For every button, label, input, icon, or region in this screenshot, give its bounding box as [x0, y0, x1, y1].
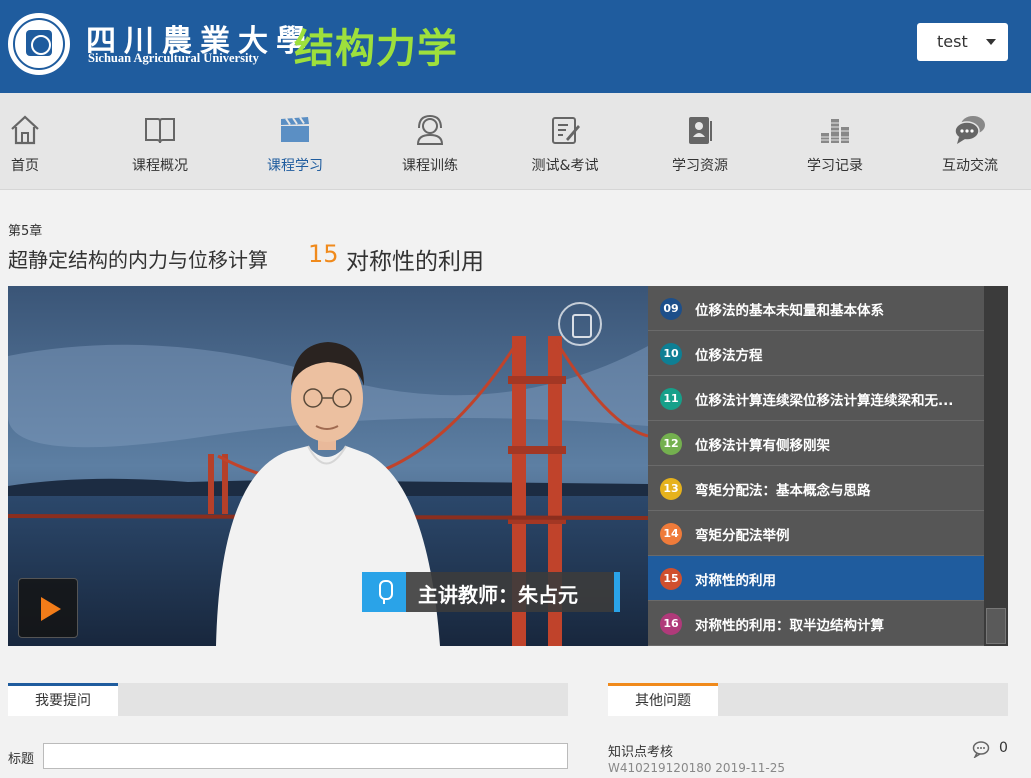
comment-icon[interactable]	[972, 740, 990, 758]
title-field-label: 标题	[8, 752, 35, 767]
playlist-item-title: 位移法方程	[695, 348, 763, 364]
playlist-item-title: 对称性的利用：取半边结构计算	[695, 618, 884, 634]
playlist-item[interactable]: 13 弯矩分配法：基本概念与思路	[648, 466, 984, 511]
playlist-item[interactable]: 10 位移法方程	[648, 331, 984, 376]
nav-label: 学习记录	[807, 158, 863, 174]
chapter-label: 第5章	[8, 224, 43, 239]
chapter-title: 超静定结构的内力与位移计算	[8, 248, 268, 272]
chat-icon	[954, 116, 985, 144]
lesson-number-badge: 12	[660, 433, 682, 455]
video-player[interactable]: 主讲教师：朱占元	[8, 286, 648, 646]
playlist-item[interactable]: 11 位移法计算连续梁位移法计算连续梁和无...	[648, 376, 984, 421]
clapperboard-icon	[281, 116, 309, 142]
course-title: 结构力学	[294, 26, 458, 72]
playlist-item-title: 弯矩分配法举例	[695, 528, 790, 544]
main-nav: 首页 课程概况 课程学习 课程训练 测试&考试 学习资源 学习记录 互动交流	[0, 93, 1031, 190]
edit-icon	[552, 117, 580, 144]
nav-label: 测试&考试	[531, 158, 599, 174]
tab-other-questions[interactable]: 其他问题	[608, 683, 718, 716]
playlist-item[interactable]: 09 位移法的基本未知量和基本体系	[648, 286, 984, 331]
others-tabbar: 其他问题	[608, 683, 1008, 716]
nav-item-course-study[interactable]: 课程学习	[255, 93, 335, 190]
lesson-number-badge: 10	[660, 343, 682, 365]
nav-label: 课程学习	[267, 158, 323, 174]
playlist-item-title: 对称性的利用	[695, 573, 776, 589]
lesson-number-badge: 14	[660, 523, 682, 545]
home-icon	[11, 115, 39, 145]
lesson-number: 15	[308, 240, 339, 268]
lesson-number-badge: 09	[660, 298, 682, 320]
playlist-item[interactable]: 16 对称性的利用：取半边结构计算	[648, 601, 984, 646]
header: 四川農業大學 Sichuan Agricultural University 结…	[0, 0, 1031, 93]
playlist-item-title: 位移法计算连续梁位移法计算连续梁和无...	[695, 393, 954, 409]
microphone-icon	[362, 572, 406, 612]
university-name-en[interactable]: Sichuan Agricultural University	[88, 51, 259, 66]
nav-label: 课程概况	[132, 158, 188, 174]
lesson-title: 对称性的利用	[346, 249, 484, 275]
user-dropdown[interactable]: test	[917, 23, 1008, 61]
playlist-item-title: 弯矩分配法：基本概念与思路	[695, 483, 871, 499]
playlist-item-active[interactable]: 15 对称性的利用	[648, 556, 984, 601]
video-watermark-logo	[558, 302, 602, 346]
nav-item-resources[interactable]: 学习资源	[660, 93, 740, 190]
playlist-item-title: 位移法的基本未知量和基本体系	[695, 303, 884, 319]
playlist-item[interactable]: 14 弯矩分配法举例	[648, 511, 984, 556]
lesson-playlist: 09 位移法的基本未知量和基本体系 10 位移法方程 11 位移法计算连续梁位移…	[648, 286, 1008, 646]
lesson-number-badge: 11	[660, 388, 682, 410]
question-meta: W410219120180 2019-11-25	[608, 761, 786, 775]
nav-label: 学习资源	[672, 158, 728, 174]
lesson-number-badge: 15	[660, 568, 682, 590]
question-title-input[interactable]	[43, 743, 568, 769]
playlist-item[interactable]: 12 位移法计算有侧移刚架	[648, 421, 984, 466]
tab-ask-question[interactable]: 我要提问	[8, 683, 118, 716]
comment-count: 0	[999, 740, 1008, 756]
nav-item-interaction[interactable]: 互动交流	[930, 93, 1010, 190]
playlist-scrollbar[interactable]	[984, 286, 1008, 646]
user-name: test	[937, 32, 968, 51]
nav-item-home[interactable]: 首页	[0, 93, 50, 190]
nav-label: 互动交流	[942, 158, 998, 174]
play-button[interactable]	[18, 578, 78, 638]
nav-item-records[interactable]: 学习记录	[795, 93, 875, 190]
lesson-number-badge: 13	[660, 478, 682, 500]
ask-tabbar: 我要提问	[8, 683, 568, 716]
scrollbar-thumb[interactable]	[986, 608, 1006, 644]
university-seal-logo[interactable]	[8, 13, 70, 75]
playlist-item-title: 位移法计算有侧移刚架	[695, 438, 830, 454]
nav-label: 首页	[11, 158, 39, 174]
nav-item-course-overview[interactable]: 课程概况	[120, 93, 200, 190]
chart-icon	[821, 119, 849, 143]
headset-icon	[416, 114, 444, 145]
chevron-down-icon	[986, 39, 996, 45]
nav-item-course-training[interactable]: 课程训练	[390, 93, 470, 190]
question-title[interactable]: 知识点考核	[608, 741, 673, 760]
teacher-caption: 主讲教师：朱占元	[362, 572, 620, 612]
teacher-name: 主讲教师：朱占元	[418, 583, 578, 607]
resource-icon	[689, 117, 712, 144]
nav-label: 课程训练	[402, 158, 458, 174]
nav-item-test-exam[interactable]: 测试&考试	[525, 93, 605, 190]
book-icon	[145, 118, 175, 144]
lesson-number-badge: 16	[660, 613, 682, 635]
